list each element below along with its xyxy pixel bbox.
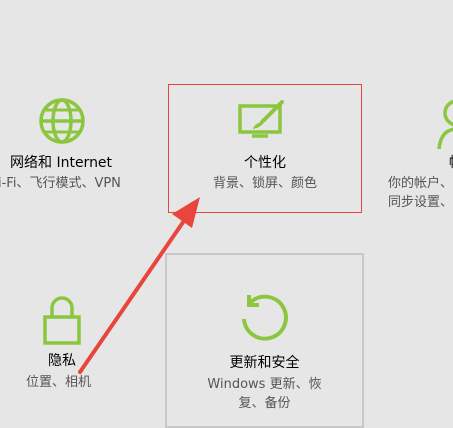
- paint-monitor-icon: [238, 100, 288, 140]
- tile-update-title: 更新和安全: [229, 355, 300, 371]
- tile-privacy-desc: 位置、相机: [26, 375, 92, 390]
- lock-icon: [42, 295, 82, 345]
- tile-personalization-title: 个性化: [244, 155, 286, 171]
- tile-personalization[interactable]: 个性化 背景、锁屏、颜色: [168, 84, 362, 213]
- globe-icon: [38, 97, 86, 145]
- refresh-icon: [239, 293, 291, 345]
- tile-network-internet[interactable]: 网络和 Internet i-Fi、飞行模式、VPN: [0, 85, 160, 215]
- tile-accounts-title: 帐: [449, 154, 453, 172]
- person-icon: [437, 97, 453, 149]
- tile-personalization-desc: 背景、锁屏、颜色: [212, 176, 317, 191]
- tile-update-security[interactable]: 更新和安全 Windows 更新、恢 复、备份: [165, 253, 364, 428]
- tile-update-desc-line1: Windows 更新、恢: [207, 377, 322, 392]
- tile-accounts-desc-line2: 同步设置、: [388, 195, 453, 210]
- tile-network-desc: i-Fi、飞行模式、VPN: [0, 176, 121, 191]
- tile-network-title: 网络和 Internet: [10, 155, 113, 171]
- tile-accounts-desc-line1: 你的帐户、: [388, 176, 453, 191]
- tile-privacy[interactable]: 隐私 位置、相机: [0, 285, 160, 415]
- tile-privacy-title: 隐私: [48, 353, 76, 369]
- tile-accounts[interactable]: 帐 你的帐户、 同步设置、: [383, 85, 453, 215]
- tile-update-desc-line2: 复、备份: [238, 396, 291, 411]
